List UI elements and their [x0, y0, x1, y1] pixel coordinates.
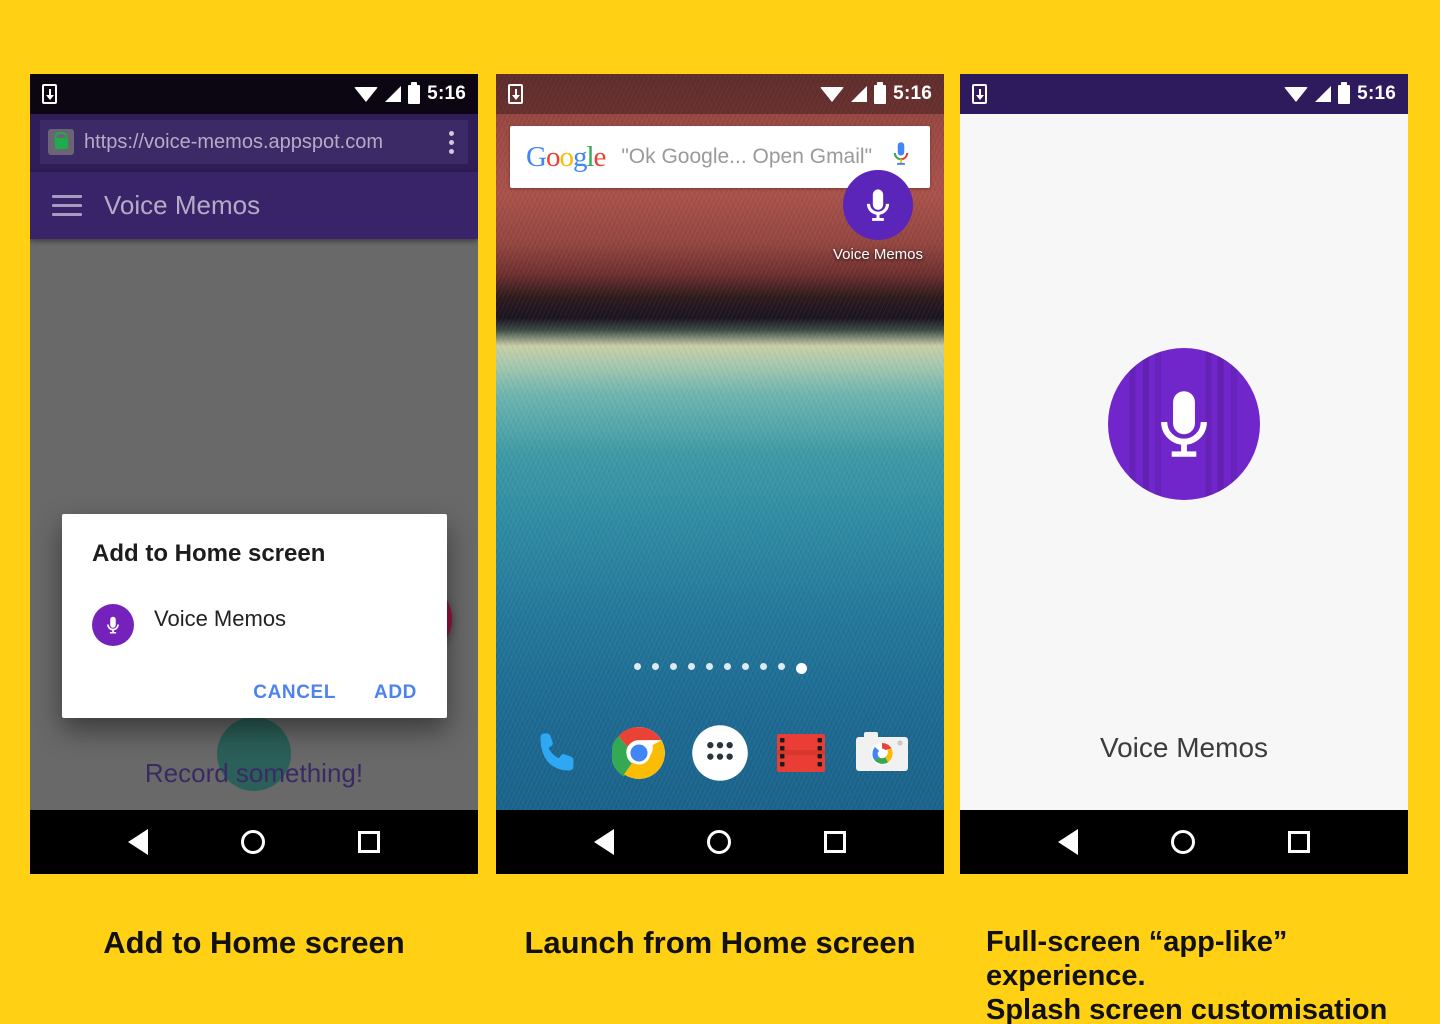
home-screen-shortcut-voice-memos[interactable]: Voice Memos	[830, 170, 926, 263]
url-bar[interactable]: https://voice-memos.appspot.com	[40, 120, 468, 164]
add-button[interactable]: ADD	[374, 682, 417, 704]
recents-square-icon[interactable]	[823, 831, 846, 853]
url-text: https://voice-memos.appspot.com	[84, 130, 384, 153]
shortcut-name-value[interactable]: Voice Memos	[154, 606, 286, 642]
empty-state-text: Record something!	[144, 758, 364, 788]
google-logo: Google	[526, 140, 606, 173]
recents-square-icon[interactable]	[1287, 831, 1310, 853]
status-bar: 5:16	[496, 74, 944, 114]
microphone-icon	[1108, 348, 1260, 500]
status-bar-right: 5:16	[354, 83, 466, 105]
battery-icon	[1338, 84, 1351, 104]
camera-icon[interactable]	[851, 722, 913, 784]
status-bar-left	[972, 84, 987, 104]
microphone-icon	[92, 604, 134, 646]
splash-screen: Voice Memos	[960, 114, 1408, 810]
caption-splash-screen: Full-screen “app-like” experience. Splas…	[986, 926, 1388, 1024]
chrome-icon[interactable]	[608, 722, 670, 784]
status-bar: 5:16	[960, 74, 1408, 114]
microphone-icon	[843, 170, 913, 240]
status-bar-left	[42, 84, 57, 104]
phone-icon[interactable]	[527, 722, 589, 784]
home-screen-dock	[496, 722, 944, 784]
status-bar-right: 5:16	[1284, 83, 1396, 105]
battery-icon	[408, 84, 421, 104]
signal-icon	[851, 86, 868, 102]
status-bar-right: 5:16	[820, 83, 932, 105]
status-bar-clock: 5:16	[427, 83, 466, 104]
app-bar: Voice Memos	[30, 172, 478, 239]
status-bar-clock: 5:16	[893, 83, 932, 104]
wifi-icon	[820, 86, 845, 102]
lock-icon	[48, 129, 74, 155]
browser-chrome: https://voice-memos.appspot.com	[30, 114, 478, 172]
recents-square-icon[interactable]	[357, 831, 380, 853]
home-circle-icon[interactable]	[1170, 830, 1195, 854]
add-to-home-screen-dialog: Add to Home screen Voice Memos CANCEL AD…	[62, 514, 447, 718]
battery-icon	[874, 84, 887, 104]
dialog-name-row: Voice Memos	[92, 602, 421, 646]
back-triangle-icon[interactable]	[594, 829, 615, 855]
signal-icon	[385, 86, 402, 102]
play-movies-icon[interactable]	[770, 722, 832, 784]
phone-screenshot-add-to-home: 5:16 https://voice-memos.appspot.com Voi…	[30, 74, 478, 874]
app-body-scrim: Record something! Add to Home screen Voi…	[30, 239, 478, 810]
download-icon	[42, 84, 57, 104]
status-bar: 5:16	[30, 74, 478, 114]
phone-screenshot-splash: 5:16 Voice Memos	[960, 74, 1408, 874]
caption-add-to-home-screen: Add to Home screen	[103, 925, 405, 960]
app-drawer-icon[interactable]	[689, 722, 751, 784]
caption-launch-from-home-screen: Launch from Home screen	[524, 925, 916, 960]
splash-app-name: Voice Memos	[1099, 732, 1269, 763]
cancel-button[interactable]: CANCEL	[253, 682, 336, 704]
back-triangle-icon[interactable]	[1058, 829, 1079, 855]
back-triangle-icon[interactable]	[128, 829, 149, 855]
shortcut-label: Voice Memos	[832, 246, 924, 263]
wifi-icon	[1284, 86, 1309, 102]
navigation-bar	[30, 810, 478, 874]
status-bar-clock: 5:16	[1357, 83, 1396, 104]
home-circle-icon[interactable]	[706, 830, 731, 854]
dialog-title: Add to Home screen	[92, 540, 326, 567]
status-bar-left	[508, 84, 523, 104]
navigation-bar	[496, 810, 944, 874]
signal-icon	[1315, 86, 1332, 102]
navigation-bar	[960, 810, 1408, 874]
home-circle-icon[interactable]	[240, 830, 265, 854]
download-icon	[972, 84, 987, 104]
wifi-icon	[354, 86, 379, 102]
page-indicator-dots	[496, 663, 944, 674]
home-screen: 5:16 Google "Ok Google... Open Gmail" Vo…	[496, 74, 944, 810]
shortcut-name-field[interactable]: Voice Memos	[154, 602, 421, 632]
phone-screenshot-home-screen: 5:16 Google "Ok Google... Open Gmail" Vo…	[496, 74, 944, 874]
kebab-menu-icon[interactable]	[440, 130, 462, 154]
hamburger-icon[interactable]	[52, 195, 82, 216]
download-icon	[508, 84, 523, 104]
app-bar-title: Voice Memos	[104, 190, 261, 220]
slide-canvas: 5:16 https://voice-memos.appspot.com Voi…	[0, 0, 1440, 1024]
search-hint-text: "Ok Google... Open Gmail"	[621, 145, 873, 168]
dialog-actions: CANCEL ADD	[92, 682, 421, 704]
